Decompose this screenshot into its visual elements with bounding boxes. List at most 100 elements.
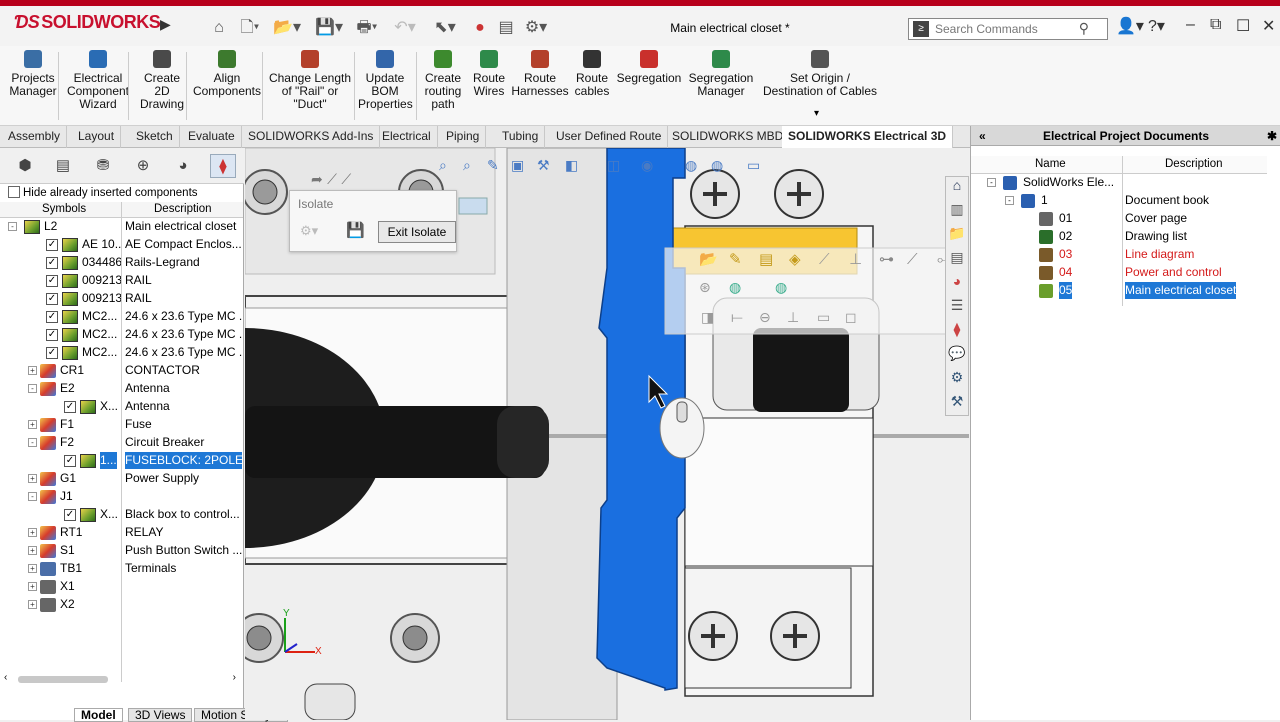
pin-icon[interactable]: ✱ (1267, 126, 1277, 146)
component-checkbox[interactable]: ✓ (46, 347, 58, 359)
document-row[interactable]: - SolidWorks Ele... (971, 174, 1267, 192)
custom-properties-icon[interactable]: ☰ (946, 297, 968, 321)
search-commands-input[interactable]: ≥ Search Commands ⚲ (908, 18, 1108, 40)
expand-icon[interactable]: + (28, 474, 37, 483)
collapse-icon[interactable]: - (28, 438, 37, 447)
tree-row[interactable]: + RT1 RELAY (0, 524, 243, 542)
hide-inserted-checkbox[interactable]: Hide already inserted components (8, 186, 198, 199)
tree-row[interactable]: - E2 Antenna (0, 380, 243, 398)
tree-row[interactable]: ✓ MC2... 24.6 x 23.6 Type MC ... (0, 308, 243, 326)
tree-row[interactable]: + TB1 Terminals (0, 560, 243, 578)
tab-layout[interactable]: Layout (72, 126, 122, 148)
ribbon-dropdown-icon[interactable]: ▾ (814, 108, 819, 119)
align-button[interactable]: Align Components (190, 50, 264, 98)
description-column-header[interactable]: Description (1165, 158, 1223, 170)
drawing-button[interactable]: Create 2D Drawing (136, 50, 188, 111)
document-row[interactable]: 01 Cover page (971, 210, 1267, 228)
appearances-icon[interactable]: ◕ (946, 273, 968, 297)
symbols-column-header[interactable]: Symbols (42, 203, 86, 215)
tab-solidworks-electrical-3d[interactable]: SOLIDWORKS Electrical 3D (782, 126, 954, 148)
search-icon[interactable]: ⚲ (1079, 20, 1089, 37)
cables-button[interactable]: Route cables (570, 50, 614, 98)
tab-solidworks-add-ins[interactable]: SOLIDWORKS Add-Ins (242, 126, 381, 148)
tab-user-defined-route[interactable]: User Defined Route (550, 126, 669, 148)
component-checkbox[interactable]: ✓ (46, 239, 58, 251)
wires-button[interactable]: Route Wires (468, 50, 510, 98)
tree-row[interactable]: ✓ 009213 RAIL (0, 272, 243, 290)
solidworks-logo[interactable]: ƊS SOLIDWORKS (14, 12, 161, 33)
scroll-left-icon[interactable]: ‹ (4, 672, 7, 683)
feature-manager-icon[interactable]: ⬢ (12, 154, 38, 178)
electrical-tools-icon[interactable]: ⚒ (946, 393, 968, 417)
tree-row[interactable]: - L2 Main electrical closet (0, 218, 243, 236)
component-checkbox[interactable]: ✓ (64, 509, 76, 521)
tree-row[interactable]: ✓ 009213 RAIL (0, 290, 243, 308)
tree-row[interactable]: + F1 Fuse (0, 416, 243, 434)
component-checkbox[interactable]: ✓ (46, 293, 58, 305)
collapse-icon[interactable]: - (28, 492, 37, 501)
component-checkbox[interactable]: ✓ (46, 257, 58, 269)
component-checkbox[interactable]: ✓ (46, 311, 58, 323)
tab-tubing[interactable]: Tubing (496, 126, 546, 148)
origin-button[interactable]: Set Origin / Destination of Cables (758, 50, 882, 98)
component-checkbox[interactable]: ✓ (64, 455, 76, 467)
segregation-manager-button[interactable]: Segregation Manager (688, 50, 754, 98)
expand-icon[interactable]: + (28, 546, 37, 555)
save-isolate-icon[interactable]: 💾 (346, 221, 365, 239)
tree-row[interactable]: ✓ 1... FUSEBLOCK: 2POLE ... (0, 452, 243, 470)
routing-button[interactable]: Create routing path (420, 50, 466, 111)
expand-icon[interactable]: + (28, 564, 37, 573)
exit-isolate-button[interactable]: Exit Isolate (378, 221, 456, 243)
document-row[interactable]: 05 Main electrical closet (971, 282, 1267, 300)
tab-solidworks-mbd[interactable]: SOLIDWORKS MBD (666, 126, 791, 148)
description-column-header[interactable]: Description (154, 203, 212, 215)
undo-icon[interactable]: ↶▾ (390, 16, 420, 40)
view-palette-icon[interactable]: ▤ (946, 249, 968, 273)
tree-row[interactable]: + G1 Power Supply (0, 470, 243, 488)
tree-row[interactable]: - J1 (0, 488, 243, 506)
document-row[interactable]: 03 Line diagram (971, 246, 1267, 264)
collapse-icon[interactable]: - (987, 178, 996, 187)
projects-button[interactable]: Projects Manager (6, 50, 60, 98)
tree-row[interactable]: ✓ 034486 Rails-Legrand (0, 254, 243, 272)
help-icon[interactable]: ?▾ (1148, 16, 1165, 36)
horizontal-scrollbar[interactable]: ‹ › (4, 672, 236, 686)
document-row[interactable]: - 1 Document book (971, 192, 1267, 210)
tab-piping[interactable]: Piping (440, 126, 487, 148)
display-style-icon[interactable]: ⚙▾ (300, 223, 318, 239)
scrollbar-thumb[interactable] (18, 676, 108, 683)
tree-row[interactable]: - F2 Circuit Breaker (0, 434, 243, 452)
tree-row[interactable]: ✓ X... Antenna (0, 398, 243, 416)
routing-library-icon[interactable]: ⚙ (946, 369, 968, 393)
tree-row[interactable]: + X2 (0, 596, 243, 614)
tree-row[interactable]: + CR1 CONTACTOR (0, 362, 243, 380)
document-row[interactable]: 02 Drawing list (971, 228, 1267, 246)
tree-row[interactable]: ✓ MC2... 24.6 x 23.6 Type MC ... (0, 344, 243, 362)
collapse-icon[interactable]: - (1005, 196, 1014, 205)
tab-evaluate[interactable]: Evaluate (182, 126, 242, 148)
harness-button[interactable]: Route Harnesses (510, 50, 570, 98)
display-manager-icon[interactable]: ◕ (170, 154, 196, 178)
print-icon[interactable]: 🖶▾ (352, 16, 382, 40)
electrical-manager-icon[interactable]: ⧫ (210, 154, 236, 178)
file-properties-icon[interactable]: ▤ (496, 16, 516, 40)
home-icon[interactable]: ⌂ (208, 16, 230, 40)
bom-button[interactable]: Update BOM Properties (358, 50, 413, 111)
length-button[interactable]: Change Length of "Rail" or "Duct" (266, 50, 354, 111)
save-icon[interactable]: 💾▾ (312, 16, 346, 40)
collapse-icon[interactable]: - (8, 222, 17, 231)
rebuild-icon[interactable]: ● (470, 16, 490, 40)
name-column-header[interactable]: Name (1035, 158, 1066, 170)
menu-expand-icon[interactable]: ▶ (160, 16, 176, 40)
tree-row[interactable]: ✓ MC2... 24.6 x 23.6 Type MC ... (0, 326, 243, 344)
options-gear-icon[interactable]: ⚙▾ (520, 16, 552, 40)
expand-icon[interactable]: + (28, 420, 37, 429)
electrical-icon[interactable]: ⧫ (946, 321, 968, 345)
tree-row[interactable]: ✓ AE 10... AE Compact Enclos... (0, 236, 243, 254)
segregation-button[interactable]: Segregation (614, 50, 684, 85)
collapse-icon[interactable]: « (979, 126, 986, 146)
expand-icon[interactable]: + (28, 366, 37, 375)
forum-icon[interactable]: 💬 (946, 345, 968, 369)
property-manager-icon[interactable]: ▤ (50, 154, 76, 178)
tree-row[interactable]: ✓ X... Black box to control... (0, 506, 243, 524)
